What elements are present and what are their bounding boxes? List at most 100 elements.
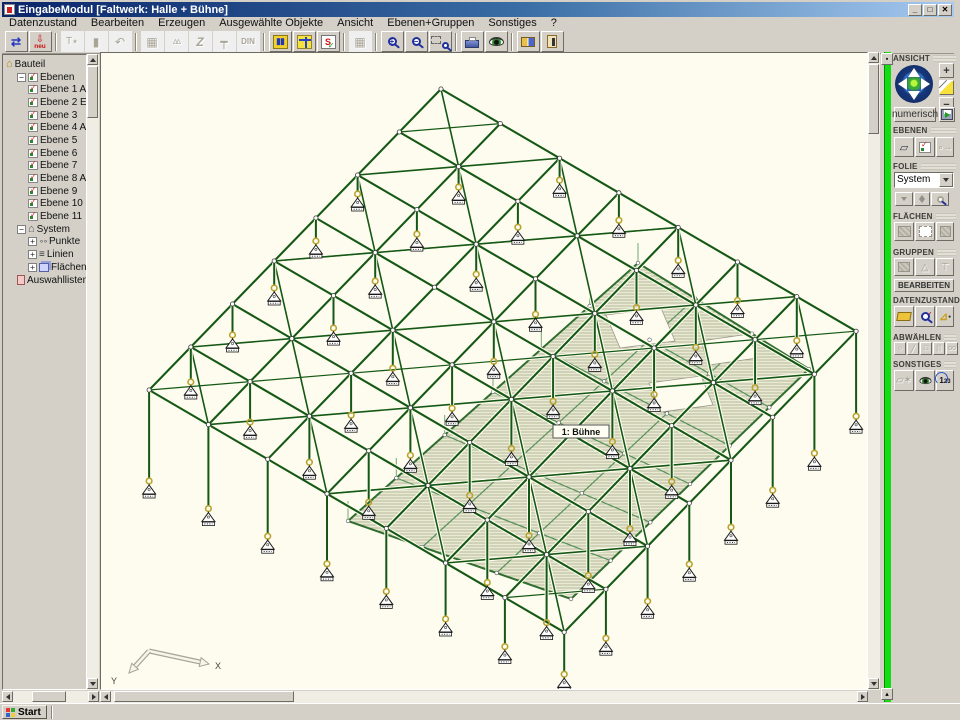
title-bar[interactable]: EingabeModul [Faltwerk: Halle + Bühne] _… [2, 2, 954, 17]
splitter-pin-top-button[interactable]: ▪ [881, 53, 893, 65]
bearbeiten-button[interactable]: BEARBEITEN [894, 279, 954, 292]
menu-item-erzeugen[interactable]: Erzeugen [151, 17, 212, 30]
numerisch-button[interactable]: numerisch [894, 107, 936, 122]
expand-icon[interactable]: + [28, 237, 37, 246]
expand-icon[interactable]: + [28, 250, 37, 259]
tree-item-flächenpo[interactable]: +Flächenpo [3, 261, 86, 274]
deselect-pair-button[interactable]: oo [946, 342, 958, 355]
close-button[interactable]: ✕ [938, 4, 952, 16]
tree-item-ebene-7[interactable]: Ebene 7 [3, 160, 86, 173]
raster-button[interactable]: ▦ [141, 31, 164, 52]
flaeche-outline-button[interactable] [915, 222, 935, 241]
menu-item-ausgew-hlte-objekte[interactable]: Ausgewählte Objekte [212, 17, 330, 30]
canvas-vscroll-thumb[interactable] [868, 64, 879, 134]
canvas-hscroll-thumb[interactable] [114, 691, 294, 702]
deselect-point-button[interactable]: ○ [894, 342, 906, 355]
maximize-button[interactable]: □ [923, 4, 937, 16]
folie-spinner[interactable] [914, 192, 930, 206]
canvas-hscrollbar[interactable] [100, 691, 868, 703]
minimize-button[interactable]: _ [908, 4, 922, 16]
isometry-button[interactable] [939, 80, 954, 95]
tree-item-system[interactable]: −⌂System [3, 223, 86, 236]
tree-item-ebene-2-e[interactable]: Ebene 2 E [3, 96, 86, 109]
raster2-button[interactable]: ▦ [349, 31, 372, 52]
menu-item-sonstiges[interactable]: Sonstiges [481, 17, 543, 30]
menu-item-ebenen-gruppen[interactable]: Ebenen+Gruppen [380, 17, 481, 30]
truss-button[interactable]: ▵▵ [165, 31, 188, 52]
tree-item-ebene-11[interactable]: Ebene 11 [3, 210, 86, 223]
folie-select-button[interactable] [895, 192, 913, 206]
deselect-columns-button[interactable]: ||| [933, 342, 945, 355]
building-button[interactable]: ▮▮ [269, 31, 292, 52]
tree-hscrollbar[interactable] [2, 691, 99, 703]
daten-load-button[interactable] [894, 306, 914, 327]
pin-button[interactable]: T✶ [61, 31, 84, 52]
tree-item-ebene-10[interactable]: Ebene 10 [3, 198, 86, 211]
ebene-new-button[interactable]: ▱ [894, 137, 914, 157]
exit-button[interactable] [541, 31, 564, 52]
expand-icon[interactable]: + [28, 263, 37, 272]
tree-item-ebene-4-a[interactable]: Ebene 4 A [3, 121, 86, 134]
new-button[interactable]: ⇩neu [29, 31, 52, 52]
tree-hscroll-thumb[interactable] [32, 691, 66, 702]
zoom-out-button[interactable]: − [405, 31, 428, 52]
support-edit-button[interactable]: ┯ [213, 31, 236, 52]
panel-splitter[interactable] [884, 52, 891, 702]
zoom-window-button[interactable] [429, 31, 452, 52]
tree-item-ebene-3[interactable]: Ebene 3 [3, 109, 86, 122]
canvas-vscrollbar[interactable] [868, 52, 880, 690]
print-button[interactable] [461, 31, 484, 52]
tree-item-ebene-6[interactable]: Ebene 6 [3, 147, 86, 160]
menu-item--[interactable]: ? [544, 17, 564, 30]
tree-item-ebene-8-a[interactable]: Ebene 8 A [3, 172, 86, 185]
tree-item-bauteil[interactable]: ⌂Bauteil [3, 58, 86, 71]
deselect-area-button[interactable]: □ [920, 342, 932, 355]
folie-combobox[interactable]: System [894, 172, 954, 188]
gruppe-node-button[interactable]: ⊤ [936, 258, 954, 276]
tree-item-punkte[interactable]: +∘∘Punkte [3, 236, 86, 249]
folie-search-button[interactable] [931, 192, 949, 206]
daten-check-button[interactable]: ∕ [915, 306, 935, 327]
sonstiges-view-button[interactable] [915, 370, 935, 391]
daten-cart-button[interactable]: ⊿● [936, 306, 954, 327]
tree-item-ebene-1-a[interactable]: Ebene 1 A [3, 83, 86, 96]
deselect-line-button[interactable]: ╱ [907, 342, 919, 355]
tree-vscroll-thumb[interactable] [87, 66, 98, 118]
tree-item-ebene-5[interactable]: Ebene 5 [3, 134, 86, 147]
delete-button[interactable]: ▮ [85, 31, 108, 52]
ebene-link-button[interactable]: ∘→ [936, 137, 954, 157]
z-profile-button[interactable]: Z [189, 31, 212, 52]
data-transfer-button[interactable]: ⇄ [5, 31, 28, 52]
din-button[interactable]: DIN [237, 31, 260, 52]
manual-button[interactable] [517, 31, 540, 52]
tree-item-auswahllisten[interactable]: Auswahllisten [3, 274, 86, 287]
drawing-canvas[interactable]: 1: BühneXY [100, 52, 868, 690]
menu-item-ansicht[interactable]: Ansicht [330, 17, 380, 30]
crane-button[interactable] [293, 31, 316, 52]
collapse-icon[interactable]: − [17, 73, 26, 82]
zoom-in-button[interactable]: + [381, 31, 404, 52]
gruppe-area-button[interactable] [894, 258, 914, 276]
chevron-down-icon[interactable] [939, 173, 953, 187]
view-options-button[interactable] [485, 31, 508, 52]
gruppe-support-button[interactable]: △ [915, 258, 935, 276]
save-view-button[interactable] [939, 107, 955, 122]
collapse-icon[interactable]: − [17, 225, 26, 234]
tree-item-ebenen[interactable]: −Ebenen [3, 71, 86, 84]
ebene-edit-button[interactable] [915, 137, 935, 157]
flaeche-edit-button[interactable] [936, 222, 954, 241]
view-compass[interactable] [895, 65, 933, 103]
zoom-plus-button[interactable]: + [939, 63, 954, 78]
menu-item-datenzustand[interactable]: Datenzustand [2, 17, 84, 30]
rotate-up-icon[interactable] [908, 68, 920, 77]
structure-model[interactable]: 1: BühneXY [101, 53, 867, 689]
menu-item-bearbeiten[interactable]: Bearbeiten [84, 17, 151, 30]
sonstiges-sheet-button[interactable]: ▱✶ [894, 370, 914, 391]
renumber-button[interactable]: 123 [936, 370, 954, 391]
tree-item-linien[interactable]: +≡Linien [3, 248, 86, 261]
rotate-left-icon[interactable] [898, 78, 907, 90]
start-button[interactable]: Start [2, 705, 47, 719]
rotate-down-icon[interactable] [908, 91, 920, 100]
tree-vscrollbar[interactable] [87, 54, 99, 690]
flaeche-fill-button[interactable] [894, 222, 914, 241]
